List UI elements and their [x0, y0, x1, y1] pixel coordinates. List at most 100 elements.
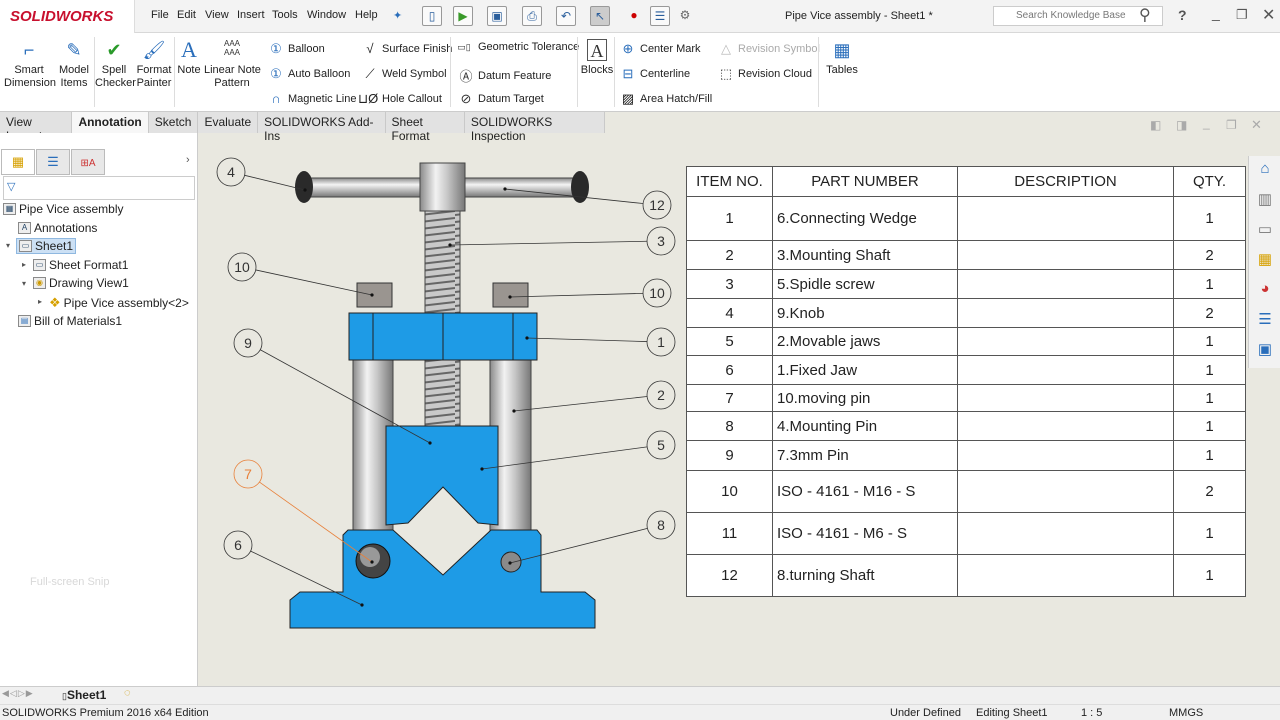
tree-item-sheet-format1[interactable]: ▭ Sheet Format1 — [33, 258, 128, 272]
magnetic-line-button[interactable]: ∩ Magnetic Line — [268, 91, 356, 106]
menu-insert[interactable]: Insert — [237, 9, 265, 21]
minimize-icon[interactable]: _ — [1212, 5, 1220, 21]
forum-icon[interactable]: ▣ — [1255, 340, 1275, 360]
area-hatch-fill-button[interactable]: ▨ Area Hatch/Fill — [620, 91, 712, 107]
doc-minimize-icon[interactable]: _ — [1203, 116, 1210, 130]
menu-view[interactable]: View — [205, 9, 229, 21]
tree-item-pipe-vice-assembly-2[interactable]: ❖ Pipe Vice assembly<2> — [49, 295, 189, 311]
menu-file[interactable]: File — [151, 9, 169, 21]
bom-row[interactable]: 12 8.turning Shaft 1 — [686, 554, 1246, 597]
balloon-10[interactable]: 10 — [508, 278, 672, 308]
balloon-1[interactable]: 1 — [525, 327, 676, 357]
bom-row[interactable]: 2 3.Mounting Shaft 2 — [686, 240, 1246, 270]
note-button[interactable]: A Note — [176, 39, 202, 77]
expand-chevron-icon[interactable]: › — [186, 154, 190, 166]
help-icon[interactable]: ? — [1178, 7, 1187, 23]
solidworks-logo[interactable]: SOLIDWORKS — [0, 0, 135, 33]
surface-finish-button[interactable]: √ Surface Finish — [362, 41, 452, 56]
propertymanager-tab-icon[interactable]: ☰ — [36, 149, 70, 175]
tab-solidworks-inspection[interactable]: SOLIDWORKS Inspection — [465, 112, 606, 143]
print-icon[interactable]: ⎙ — [522, 6, 542, 26]
featuremanager-tab-icon[interactable]: ▦ — [1, 149, 35, 175]
center-mark-button[interactable]: ⊕ Center Mark — [620, 41, 701, 57]
balloon-10[interactable]: 10 — [227, 252, 374, 297]
centerline-button[interactable]: ⊟ Centerline — [620, 66, 691, 82]
model-items-button[interactable]: ✎ Model Items — [57, 39, 91, 90]
blocks-button[interactable]: A Blocks — [580, 39, 614, 77]
weld-symbol-button[interactable]: ⟋ Weld Symbol — [362, 66, 446, 82]
home-icon[interactable]: ⌂ — [1255, 160, 1275, 180]
smart-dimension-button[interactable]: ⌐ Smart Dimension — [4, 39, 56, 90]
save-icon[interactable]: ▣ — [487, 6, 507, 26]
auto-balloon-button[interactable]: ① Auto Balloon — [268, 66, 350, 82]
bom-row[interactable]: 6 1.Fixed Jaw 1 — [686, 355, 1246, 385]
format-painter-button[interactable]: 🖌 Format Painter — [135, 39, 173, 90]
pin-icon[interactable]: ✦ — [393, 9, 402, 22]
restore-icon[interactable]: ❐ — [1236, 7, 1248, 23]
linear-note-pattern-button[interactable]: AAA AAA Linear Note Pattern — [204, 39, 261, 90]
search-icon[interactable]: ⚲ — [1139, 5, 1151, 25]
close-icon[interactable]: ✕ — [1262, 5, 1275, 25]
tile-right-icon[interactable]: ◨ — [1176, 118, 1187, 132]
revision-cloud-button[interactable]: ⬚ Revision Cloud — [718, 66, 812, 82]
bom-row[interactable]: 4 9.Knob 2 — [686, 298, 1246, 328]
dimxpert-tab-icon[interactable]: ⊞A — [71, 149, 105, 175]
sheet-tab-sheet1[interactable]: ▯Sheet1 — [62, 688, 106, 702]
tree-item-bill-of-materials1[interactable]: ▤ Bill of Materials1 — [18, 314, 122, 328]
tab-sketch[interactable]: Sketch — [149, 112, 199, 133]
balloon-3[interactable]: 3 — [448, 226, 676, 256]
menu-help[interactable]: Help — [355, 9, 378, 21]
bom-row[interactable]: 7 10.moving pin 1 — [686, 384, 1246, 412]
bom-row[interactable]: 11 ISO - 4161 - M6 - S 1 — [686, 512, 1246, 555]
tab-sheet-format[interactable]: Sheet Format — [386, 112, 465, 143]
undo-icon[interactable]: ↶ — [556, 6, 576, 26]
sheet-scale[interactable]: 1 : 5 — [1081, 707, 1102, 719]
expand-arrow-icon[interactable]: ▸ — [22, 260, 26, 269]
tree-item-annotations[interactable]: A Annotations — [18, 221, 97, 235]
menu-edit[interactable]: Edit — [177, 9, 196, 21]
custom-properties-icon[interactable]: ☰ — [1255, 310, 1275, 330]
collapse-arrow-icon[interactable]: ▾ — [6, 241, 10, 250]
select-icon[interactable]: ↖ — [590, 6, 610, 26]
add-sheet-icon[interactable]: ◌ — [124, 687, 131, 699]
file-explorer-icon[interactable]: ▭ — [1255, 220, 1275, 240]
tab-evaluate[interactable]: Evaluate — [198, 112, 259, 133]
bom-row[interactable]: 5 2.Movable jaws 1 — [686, 327, 1246, 356]
menu-tools[interactable]: Tools — [272, 9, 298, 21]
doc-close-icon[interactable]: ✕ — [1251, 117, 1262, 133]
tab-solidworks-add-ins[interactable]: SOLIDWORKS Add-Ins — [258, 112, 386, 143]
balloon-button[interactable]: ① Balloon — [268, 41, 325, 57]
tab-annotation[interactable]: Annotation — [72, 112, 149, 133]
bom-row[interactable]: 3 5.Spidle screw 1 — [686, 269, 1246, 299]
sheet-navigation-arrows-icon[interactable]: ◀◁▷▶ — [2, 688, 34, 699]
tree-item-drawing-view1[interactable]: ◉ Drawing View1 — [33, 276, 129, 290]
menu-window[interactable]: Window — [307, 9, 346, 21]
expand-arrow-icon[interactable]: ▸ — [38, 297, 42, 306]
tables-button[interactable]: ▦ Tables — [824, 39, 860, 77]
bom-row[interactable]: 10 ISO - 4161 - M16 - S 2 — [686, 470, 1246, 513]
unit-system[interactable]: MMGS — [1169, 707, 1203, 719]
spell-checker-button[interactable]: ✔ Spell Checker — [95, 39, 136, 90]
options-gear-icon[interactable]: ⚙ — [675, 6, 695, 26]
bom-row[interactable]: 8 4.Mounting Pin 1 — [686, 411, 1246, 441]
balloon-4[interactable]: 4 — [216, 157, 307, 192]
tile-left-icon[interactable]: ◧ — [1150, 118, 1161, 132]
tree-item-pipe-vice-assembly[interactable]: ▦ Pipe Vice assembly — [3, 202, 124, 216]
collapse-arrow-icon[interactable]: ▾ — [22, 279, 26, 288]
file-properties-icon[interactable]: ☰ — [650, 6, 670, 26]
hole-callout-button[interactable]: ⊔Ø Hole Callout — [358, 91, 442, 107]
datum-target-button[interactable]: ⊘ Datum Target — [458, 91, 544, 107]
view-palette-icon[interactable]: ▦ — [1255, 250, 1275, 270]
geometric-tolerance-button[interactable]: ▭▯ Geometric Tolerance — [454, 41, 579, 53]
open-icon[interactable]: ▶ — [453, 6, 473, 26]
appearances-icon[interactable]: ◕ — [1255, 280, 1275, 300]
doc-restore-icon[interactable]: ❐ — [1226, 118, 1237, 132]
tree-item-sheet1[interactable]: ▭ Sheet1 — [16, 238, 77, 254]
new-document-icon[interactable]: ▯ — [422, 6, 442, 26]
tab-view-layout[interactable]: View Layout — [0, 112, 73, 143]
bom-row[interactable]: 1 6.Connecting Wedge 1 — [686, 196, 1246, 241]
balloon-2[interactable]: 2 — [512, 380, 676, 413]
bill-of-materials-table[interactable]: ITEM NO. PART NUMBER DESCRIPTION QTY. 16… — [686, 166, 1246, 597]
filter-input[interactable]: ▽ — [3, 176, 195, 200]
rebuild-icon[interactable]: ● — [624, 6, 644, 26]
